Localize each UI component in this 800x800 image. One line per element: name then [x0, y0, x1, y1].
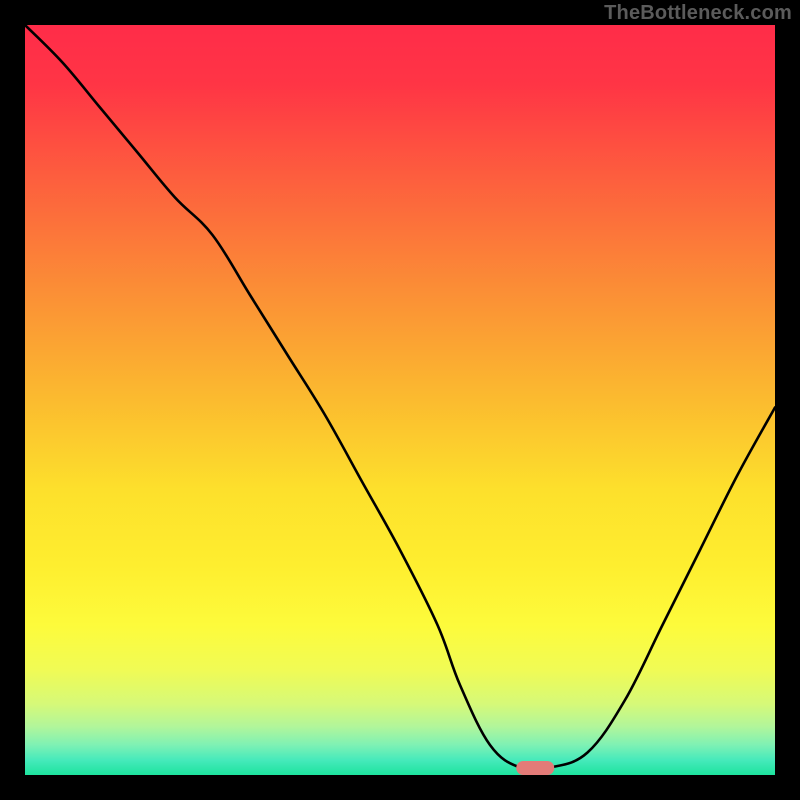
chart-frame: TheBottleneck.com — [0, 0, 800, 800]
bottleneck-curve — [25, 25, 775, 775]
attribution-text: TheBottleneck.com — [604, 2, 792, 25]
optimal-marker — [516, 761, 554, 775]
plot-area — [25, 25, 775, 775]
curve-path — [25, 25, 775, 770]
